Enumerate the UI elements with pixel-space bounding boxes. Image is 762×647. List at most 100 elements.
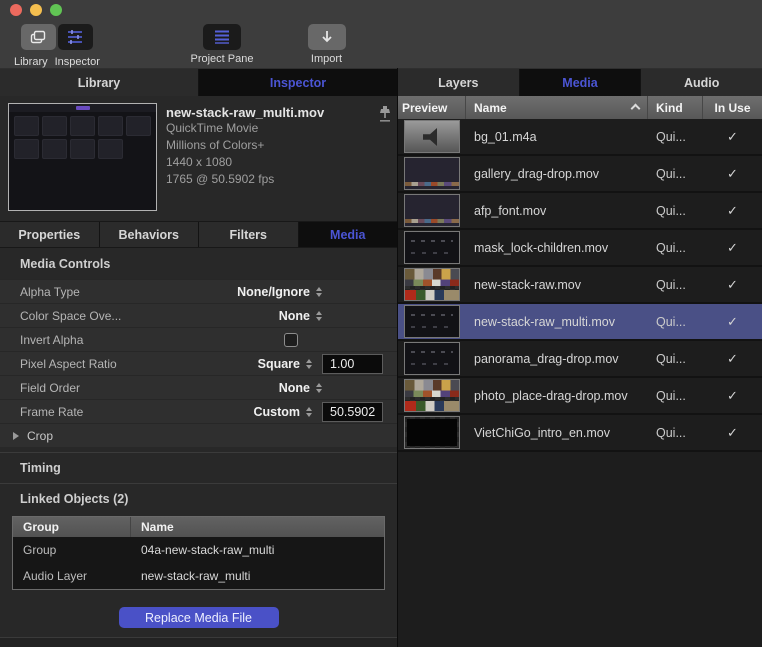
media-row-in-use-check: ✓ bbox=[703, 129, 762, 145]
project-pane-icon bbox=[213, 29, 231, 45]
tab-filters[interactable]: Filters bbox=[199, 222, 299, 247]
linked-object-name: new-stack-raw_multi bbox=[131, 569, 384, 583]
media-preview-thumbnail bbox=[8, 103, 157, 211]
library-inspector-segment: Library Inspector bbox=[14, 24, 100, 68]
preview-column-header[interactable]: Preview bbox=[398, 96, 466, 119]
crop-row[interactable]: Crop bbox=[0, 423, 397, 447]
media-row-in-use-check: ✓ bbox=[703, 314, 762, 330]
window-controls bbox=[10, 4, 62, 16]
library-toggle-button[interactable] bbox=[21, 24, 56, 50]
media-list-row[interactable]: new-stack-raw.mov Qui... ✓ bbox=[398, 267, 762, 304]
close-window-button[interactable] bbox=[10, 4, 22, 16]
media-thumbnail bbox=[404, 120, 460, 153]
popup-stepper-icon bbox=[306, 359, 312, 369]
tab-inspector[interactable]: Inspector bbox=[199, 69, 397, 97]
media-row-name: afp_font.mov bbox=[466, 204, 648, 218]
preview-window-grid bbox=[9, 112, 156, 163]
media-thumbnail bbox=[404, 194, 460, 227]
frame-rate-row: Frame Rate Custom bbox=[0, 399, 397, 423]
media-resolution-detail: 1440 x 1080 bbox=[166, 154, 371, 171]
in-use-column-header[interactable]: In Use bbox=[703, 96, 762, 119]
inspector-subtabs: Properties Behaviors Filters Media bbox=[0, 221, 397, 248]
left-panel-tabs: Library Inspector bbox=[0, 69, 397, 97]
zoom-window-button[interactable] bbox=[50, 4, 62, 16]
media-row-name: mask_lock-children.mov bbox=[466, 241, 648, 255]
field-order-popup[interactable]: None bbox=[279, 381, 322, 395]
media-row-name: VietChiGo_intro_en.mov bbox=[466, 426, 648, 440]
media-info-text: new-stack-raw_multi.mov QuickTime Movie … bbox=[166, 105, 371, 188]
media-list-row[interactable]: gallery_drag-drop.mov Qui... ✓ bbox=[398, 156, 762, 193]
media-list-row[interactable]: bg_01.m4a Qui... ✓ bbox=[398, 119, 762, 156]
alpha-type-label: Alpha Type bbox=[20, 285, 80, 299]
popup-stepper-icon bbox=[316, 311, 322, 321]
toolbar: Library Inspector Project Pane bbox=[0, 20, 762, 68]
tab-properties[interactable]: Properties bbox=[0, 222, 100, 247]
frame-rate-label: Frame Rate bbox=[20, 405, 83, 419]
media-info-header: new-stack-raw_multi.mov QuickTime Movie … bbox=[0, 96, 397, 221]
sort-ascending-icon bbox=[631, 104, 641, 114]
media-row-kind: Qui... bbox=[648, 389, 703, 403]
tab-library[interactable]: Library bbox=[0, 69, 199, 97]
frame-rate-field[interactable] bbox=[322, 402, 383, 422]
media-thumbnail bbox=[404, 342, 460, 375]
color-space-popup[interactable]: None bbox=[279, 309, 322, 323]
media-list-row[interactable]: new-stack-raw_multi.mov Qui... ✓ bbox=[398, 304, 762, 341]
media-thumbnail bbox=[404, 379, 460, 412]
media-row-name: new-stack-raw.mov bbox=[466, 278, 648, 292]
pixel-aspect-ratio-popup[interactable]: Square bbox=[258, 357, 312, 371]
media-list-row[interactable]: VietChiGo_intro_en.mov Qui... ✓ bbox=[398, 415, 762, 452]
title-bar bbox=[0, 0, 762, 20]
media-row-name: panorama_drag-drop.mov bbox=[466, 352, 648, 366]
media-row-kind: Qui... bbox=[648, 426, 703, 440]
minimize-window-button[interactable] bbox=[30, 4, 42, 16]
media-row-name: bg_01.m4a bbox=[466, 130, 648, 144]
linked-object-group: Group bbox=[13, 543, 131, 557]
media-depth-detail: Millions of Colors+ bbox=[166, 137, 371, 154]
media-thumbnail bbox=[404, 305, 460, 338]
pixel-aspect-ratio-field[interactable] bbox=[322, 354, 383, 374]
media-row-preview-cell bbox=[398, 157, 466, 190]
replace-media-file-button[interactable]: Replace Media File bbox=[119, 607, 279, 628]
right-panel-tabs: Layers Media Audio bbox=[398, 69, 762, 97]
kind-column-header[interactable]: Kind bbox=[648, 96, 703, 119]
media-list-row[interactable]: photo_place-drag-drop.mov Qui... ✓ bbox=[398, 378, 762, 415]
linked-object-row[interactable]: Audio Layer new-stack-raw_multi bbox=[13, 563, 384, 589]
media-row-kind: Qui... bbox=[648, 352, 703, 366]
popup-stepper-icon bbox=[306, 407, 312, 417]
media-list-row[interactable]: mask_lock-children.mov Qui... ✓ bbox=[398, 230, 762, 267]
tab-layers[interactable]: Layers bbox=[398, 69, 520, 97]
media-list-header: Preview Name Kind In Use bbox=[398, 96, 762, 119]
tab-media-inspector[interactable]: Media bbox=[299, 222, 398, 247]
color-space-label: Color Space Ove... bbox=[20, 309, 121, 323]
media-row-in-use-check: ✓ bbox=[703, 240, 762, 256]
inspector-toggle-button[interactable] bbox=[58, 24, 93, 50]
library-toolbar-label: Library bbox=[14, 56, 48, 68]
media-row-name: new-stack-raw_multi.mov bbox=[466, 315, 648, 329]
alpha-type-row: Alpha Type None/Ignore bbox=[0, 279, 397, 303]
media-row-preview-cell bbox=[398, 231, 466, 264]
tab-audio[interactable]: Audio bbox=[641, 69, 762, 97]
disclosure-triangle-icon[interactable] bbox=[13, 432, 19, 440]
invert-alpha-checkbox[interactable] bbox=[284, 333, 298, 347]
media-filename: new-stack-raw_multi.mov bbox=[166, 105, 371, 120]
inspector-panel: new-stack-raw_multi.mov QuickTime Movie … bbox=[0, 96, 397, 647]
linked-object-row[interactable]: Group 04a-new-stack-raw_multi bbox=[13, 537, 384, 563]
pin-icon[interactable] bbox=[378, 104, 392, 126]
alpha-type-popup[interactable]: None/Ignore bbox=[237, 285, 322, 299]
media-row-in-use-check: ✓ bbox=[703, 277, 762, 293]
pixel-aspect-ratio-label: Pixel Aspect Ratio bbox=[20, 357, 117, 371]
field-order-label: Field Order bbox=[20, 381, 80, 395]
tab-media[interactable]: Media bbox=[520, 69, 642, 97]
import-button[interactable] bbox=[308, 24, 346, 50]
media-list-row[interactable]: panorama_drag-drop.mov Qui... ✓ bbox=[398, 341, 762, 378]
popup-stepper-icon bbox=[316, 287, 322, 297]
media-controls-section-title: Media Controls bbox=[0, 248, 397, 279]
project-pane-button[interactable] bbox=[203, 24, 241, 50]
frame-rate-popup[interactable]: Custom bbox=[253, 405, 312, 419]
invert-alpha-label: Invert Alpha bbox=[20, 333, 83, 347]
popup-stepper-icon bbox=[316, 383, 322, 393]
tab-behaviors[interactable]: Behaviors bbox=[100, 222, 200, 247]
media-row-preview-cell bbox=[398, 342, 466, 375]
media-list-row[interactable]: afp_font.mov Qui... ✓ bbox=[398, 193, 762, 230]
name-column-header[interactable]: Name bbox=[466, 96, 648, 119]
